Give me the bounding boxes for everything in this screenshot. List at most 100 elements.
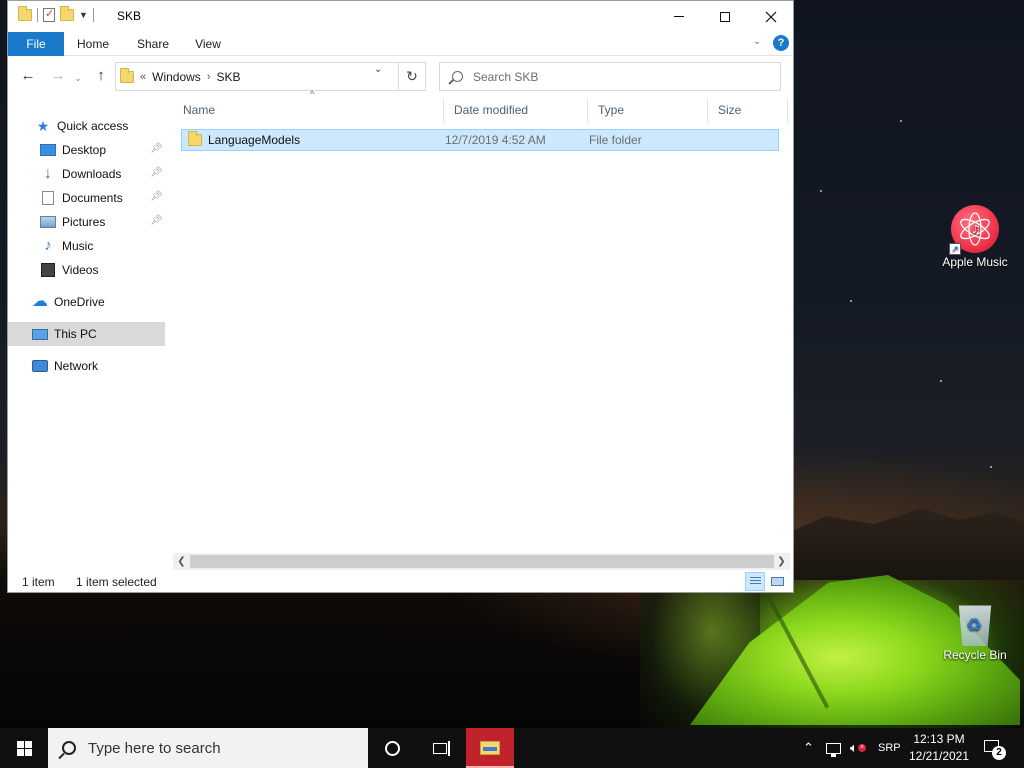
music-icon: ♪ [44, 237, 52, 254]
help-icon[interactable]: ? [773, 35, 789, 51]
tab-share[interactable]: Share [128, 32, 178, 56]
breadcrumb-separator[interactable]: › [207, 71, 211, 83]
sidebar-item-label: Music [62, 239, 94, 253]
sidebar-item-this-pc[interactable]: This PC [8, 322, 165, 346]
quick-access-toolbar: ▼ [18, 6, 94, 22]
star [990, 466, 992, 468]
show-hidden-icons-button[interactable]: ⌃ [803, 728, 814, 768]
search-placeholder: Search SKB [473, 69, 539, 84]
column-header-date-modified[interactable]: Date modified [444, 98, 588, 123]
sidebar-item-music[interactable]: ♪ Music [8, 234, 165, 258]
sidebar-item-onedrive[interactable]: ☁ OneDrive [8, 290, 165, 314]
breadcrumb-windows[interactable]: Windows [152, 70, 201, 84]
recent-locations-chevron-icon[interactable]: ⌄ [68, 68, 88, 88]
file-list: ^ Name Date modified Type Size LanguageM… [173, 89, 789, 551]
taskbar: Type here to search ⌃ 🔈︎ × SRP 12:13 PM 1… [0, 728, 1024, 768]
sidebar-item-label: Desktop [62, 143, 107, 157]
customize-toolbar-chevron-icon[interactable]: ▼ [79, 10, 88, 20]
search-icon [62, 741, 76, 755]
table-row[interactable]: LanguageModels 12/7/2019 4:52 AM File fo… [181, 129, 779, 151]
details-view-button[interactable] [745, 572, 765, 591]
minimize-icon [674, 16, 684, 17]
refresh-button[interactable]: ↻ [399, 62, 426, 91]
file-type: File folder [589, 133, 642, 147]
task-view-button[interactable] [416, 728, 464, 768]
sidebar-item-network[interactable]: Network [8, 354, 165, 378]
video-icon [41, 263, 55, 277]
volume-tray-button[interactable]: 🔈︎ × [850, 728, 866, 768]
taskbar-clock[interactable]: 12:13 PM 12/21/2021 [903, 731, 975, 765]
breadcrumb-skb[interactable]: SKB [216, 70, 240, 84]
notification-count-badge: 2 [992, 746, 1006, 760]
window-title: SKB [117, 9, 142, 23]
title-bar[interactable]: ▼ SKB [8, 1, 793, 32]
breadcrumb-overflow[interactable]: « [140, 71, 146, 83]
scroll-left-icon[interactable]: ❮ [173, 553, 190, 570]
sidebar-item-downloads[interactable]: ↓ Downloads 📌︎ [8, 162, 165, 186]
selection-count: 1 item selected [76, 575, 157, 589]
expand-ribbon-chevron-icon[interactable]: ⌄ [753, 36, 761, 47]
close-button[interactable] [748, 1, 794, 32]
scrollbar-thumb[interactable] [190, 555, 774, 568]
navigation-bar: ← → ⌄ ↑ « Windows › SKB ⌄ ↻ Search SKB [8, 57, 793, 95]
toolbar-separator [92, 8, 94, 22]
column-header-name[interactable]: Name [173, 98, 444, 123]
taskbar-file-explorer[interactable] [466, 728, 514, 768]
clock-date: 12/21/2021 [908, 749, 970, 763]
address-bar[interactable]: « Windows › SKB [115, 62, 399, 91]
cloud-icon: ☁ [32, 293, 48, 310]
tab-file[interactable]: File [8, 32, 64, 56]
sidebar-item-desktop[interactable]: Desktop 📌︎ [8, 138, 165, 162]
apple-music-icon: ♫ ↗ [949, 205, 999, 255]
maximize-button[interactable] [702, 1, 748, 32]
forward-button[interactable]: → [48, 66, 68, 86]
pin-icon: 📌︎ [150, 215, 163, 226]
sidebar-item-quick-access[interactable]: ★ Quick access [8, 114, 165, 138]
start-button[interactable] [0, 728, 48, 768]
tab-home[interactable]: Home [68, 32, 118, 56]
desktop-icon-apple-music[interactable]: ♫ ↗ Apple Music [935, 205, 1015, 269]
action-center-button[interactable]: 2 [982, 738, 1006, 760]
new-folder-icon[interactable] [60, 6, 74, 21]
search-input[interactable]: Search SKB [439, 62, 781, 91]
network-icon [32, 360, 48, 372]
cortana-button[interactable] [368, 728, 416, 768]
scroll-right-icon[interactable]: ❯ [773, 553, 790, 570]
sidebar-item-pictures[interactable]: Pictures 📌︎ [8, 210, 165, 234]
file-name-cell: LanguageModels [188, 130, 300, 150]
volume-muted-icon: 🔈︎ × [850, 740, 866, 755]
network-tray-button[interactable] [826, 728, 841, 768]
star [820, 190, 822, 192]
sidebar-item-label: OneDrive [54, 295, 105, 309]
tab-view[interactable]: View [183, 32, 233, 56]
pin-icon: 📌︎ [150, 167, 163, 178]
properties-icon[interactable] [43, 7, 55, 22]
clock-time: 12:13 PM [913, 732, 965, 746]
pictures-icon [40, 216, 56, 228]
star [900, 120, 902, 122]
taskbar-search-box[interactable]: Type here to search [48, 728, 368, 768]
up-button[interactable]: ↑ [91, 66, 111, 86]
recycle-bin-icon [958, 605, 992, 646]
horizontal-scrollbar[interactable]: ❮ ❯ [173, 553, 790, 570]
input-language-button[interactable]: SRP [878, 728, 901, 768]
sidebar-item-label: This PC [54, 327, 97, 341]
sidebar-item-videos[interactable]: Videos [8, 258, 165, 282]
minimize-button[interactable] [656, 1, 702, 32]
desktop-icon [40, 144, 56, 156]
search-icon [452, 71, 463, 82]
sidebar-item-label: Downloads [62, 167, 122, 181]
desktop-icon-recycle-bin[interactable]: Recycle Bin [935, 602, 1015, 662]
column-header-type[interactable]: Type [588, 98, 708, 123]
windows-logo-icon [16, 740, 32, 756]
large-icons-view-button[interactable] [767, 572, 787, 591]
sidebar-item-label: Videos [62, 263, 99, 277]
file-explorer-icon [480, 741, 500, 755]
back-button[interactable]: ← [18, 66, 38, 86]
ribbon-tabs: File Home Share View ⌄ ? [8, 32, 793, 56]
address-dropdown-icon[interactable]: ⌄ [374, 64, 382, 75]
column-header-size[interactable]: Size [708, 98, 788, 123]
folder-icon [120, 67, 134, 83]
file-explorer-window: ▼ SKB File Home Share View ⌄ ? ← → ⌄ ↑ «… [7, 0, 794, 593]
sidebar-item-documents[interactable]: Documents 📌︎ [8, 186, 165, 210]
